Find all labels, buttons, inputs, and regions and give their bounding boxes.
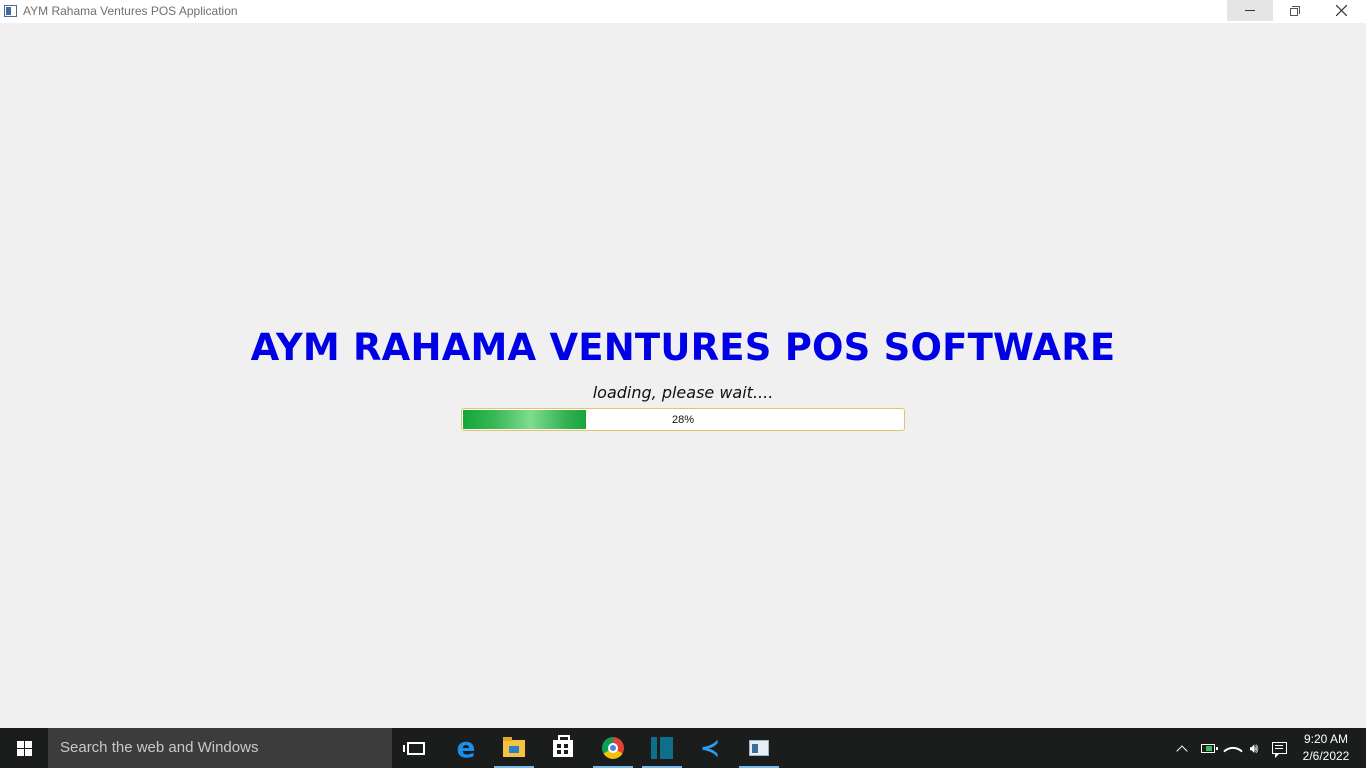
windows-logo-icon [16,740,32,756]
taskbar: Search the web and Windows e ≺ 🔊︎ 9:20 A… [0,728,1366,768]
progress-label: 28% [671,413,695,426]
clock-date: 2/6/2022 [1302,749,1350,763]
search-placeholder: Search the web and Windows [60,739,259,756]
battery-button[interactable] [1197,728,1219,768]
action-center-button[interactable] [1268,728,1290,768]
edge-icon: e [456,731,476,764]
volume-button[interactable]: 🔊︎ [1244,728,1264,768]
vscode-icon: ≺ [699,734,721,762]
network-button[interactable] [1222,728,1244,768]
show-hidden-icons-button[interactable] [1172,728,1192,768]
loading-text: loading, please wait.... [592,383,774,402]
chrome-icon [602,737,624,759]
title-bar: AYM Rahama Ventures POS Application [0,0,1366,23]
app-icon [651,737,673,759]
taskbar-search-box[interactable]: Search the web and Windows [48,728,392,768]
notification-icon [1271,742,1287,758]
minimize-button[interactable] [1227,0,1273,21]
minimize-icon [1245,10,1255,11]
window-title: AYM Rahama Ventures POS Application [23,4,238,18]
file-explorer-button[interactable] [490,728,538,768]
splash-heading: AYM RAHAMA VENTURES POS SOFTWARE [250,326,1116,369]
restore-button[interactable] [1272,0,1318,21]
pos-app-icon [749,740,769,756]
pos-app-button[interactable] [735,728,783,768]
chevron-up-icon [1176,744,1188,757]
clock-time: 9:20 AM [1303,732,1349,746]
app-button[interactable] [638,728,686,768]
battery-icon [1201,743,1218,753]
loading-progress-bar: 28% [461,408,905,431]
window-app-icon [4,5,17,17]
task-view-icon [403,741,425,755]
start-button[interactable] [0,728,48,768]
vscode-button[interactable]: ≺ [686,728,734,768]
wifi-icon [1223,741,1243,761]
file-explorer-icon [503,736,525,757]
chrome-button[interactable] [589,728,637,768]
task-view-button[interactable] [392,728,440,768]
store-button[interactable] [539,728,587,768]
store-icon [553,734,573,757]
volume-icon: 🔊︎ [1249,740,1259,756]
close-button[interactable] [1318,0,1364,21]
edge-button[interactable]: e [442,728,490,768]
taskbar-clock[interactable]: 9:20 AM 2/6/2022 [1296,731,1356,765]
restore-icon [1290,5,1300,16]
close-icon [1335,5,1347,16]
